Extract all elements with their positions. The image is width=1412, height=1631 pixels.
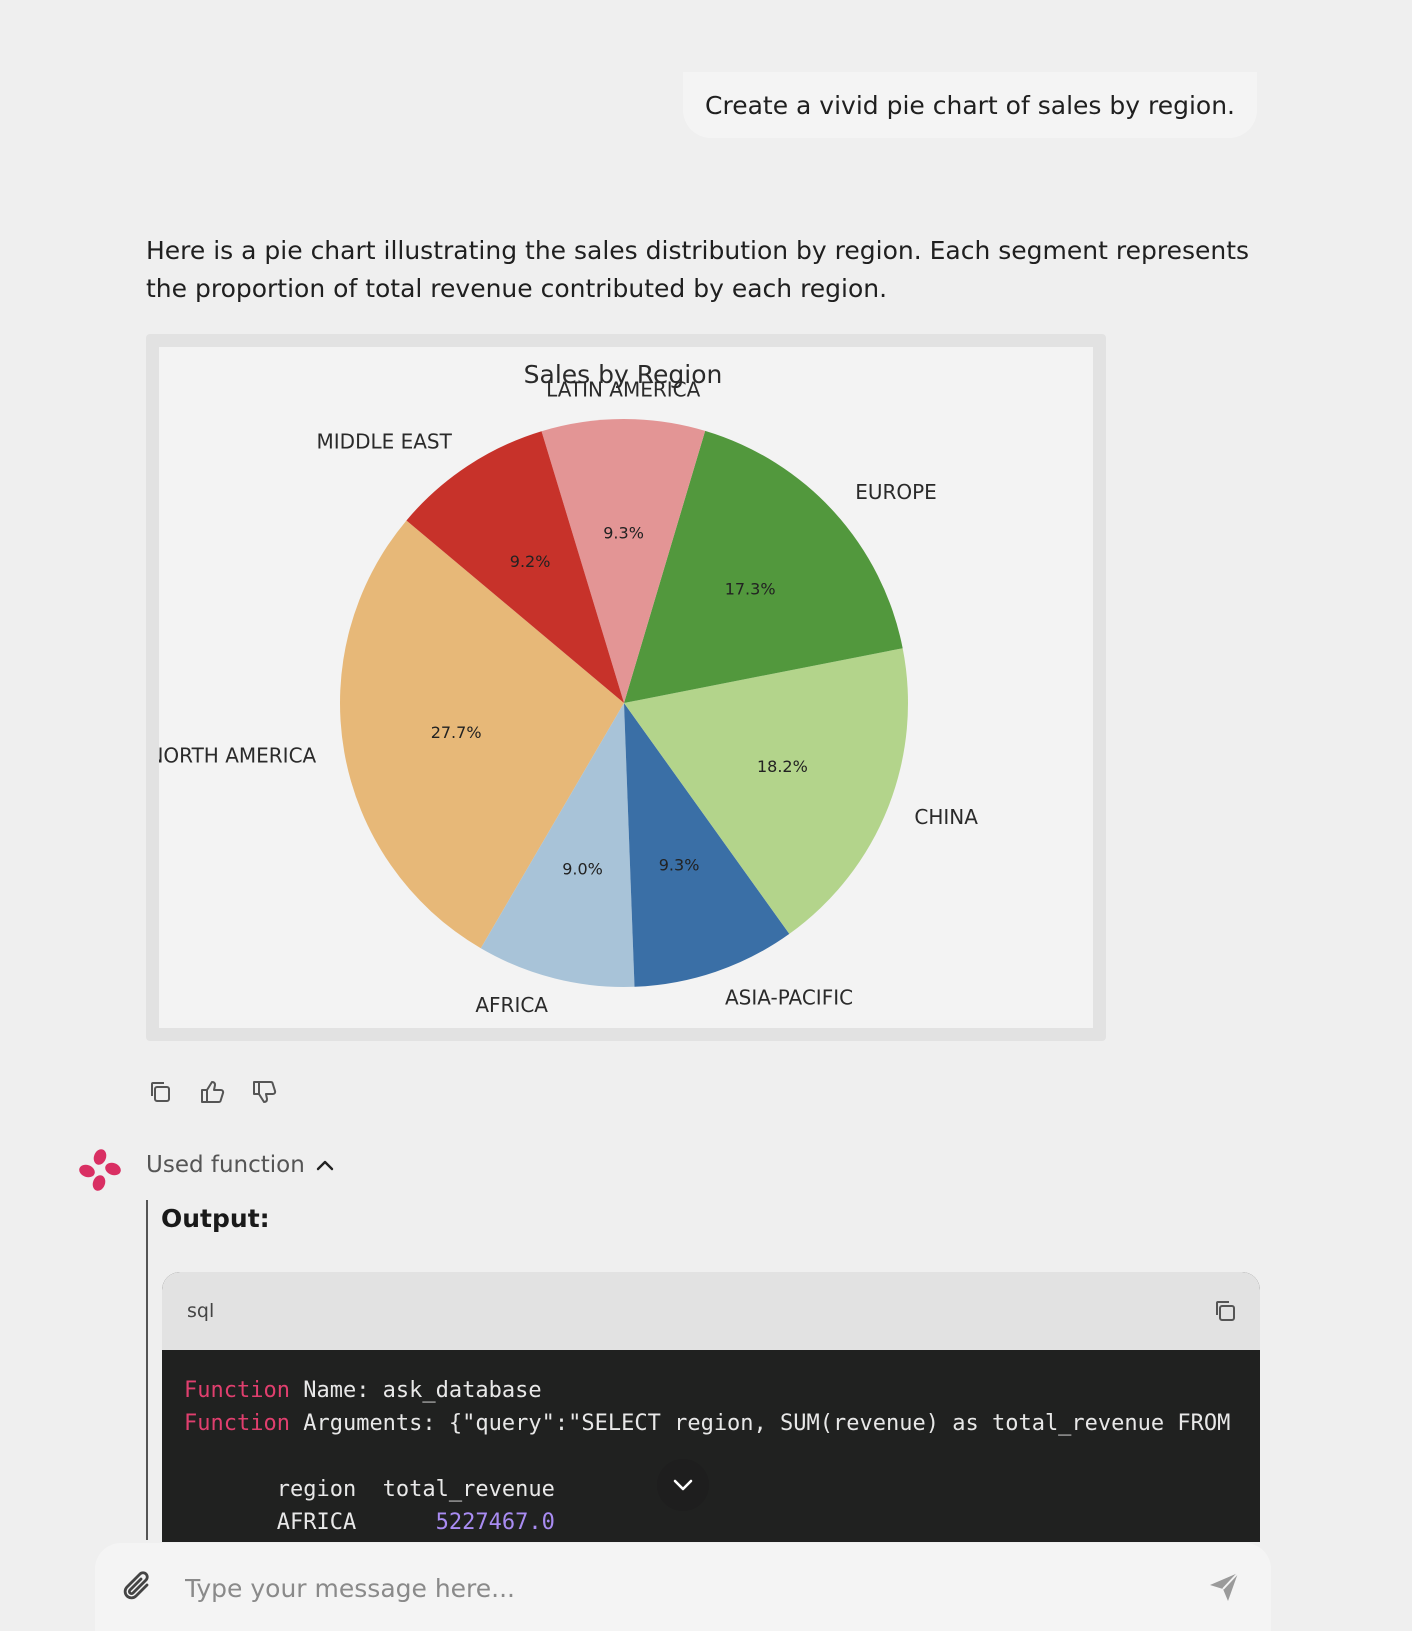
pie-slice-label: CHINA <box>914 805 978 829</box>
code-header: sql <box>162 1272 1260 1350</box>
pie-slice-label: AFRICA <box>475 993 548 1017</box>
pie-chart: 27.7% NORTH AMERICA 9.0% AFRICA 9.3% ASIA-PAC… <box>159 360 978 1017</box>
thumbs-down-icon <box>253 1081 277 1103</box>
pie-percent-label: 9.2% <box>510 552 551 571</box>
code-table-header: region total_revenue <box>184 1477 555 1502</box>
code-text: Name: ask_database <box>289 1378 542 1403</box>
used-function-toggle[interactable]: Used function <box>146 1152 335 1178</box>
chevron-up-icon <box>316 1160 334 1171</box>
paperclip-icon[interactable] <box>119 1567 159 1607</box>
copy-icon <box>1216 1301 1235 1321</box>
chart-canvas: 27.7% NORTH AMERICA 9.0% AFRICA 9.3% ASIA-PAC… <box>159 347 1093 1028</box>
thumbs-up-button[interactable] <box>196 1076 228 1108</box>
used-function-label: Used function <box>146 1152 305 1178</box>
thumbs-up-icon <box>201 1081 225 1103</box>
pie-slice-label: ASIA-PACIFIC <box>725 986 853 1010</box>
pie-slice-label: NORTH AMERICA <box>159 743 317 767</box>
copy-icon <box>151 1082 170 1102</box>
pie-percent-label: 18.2% <box>757 757 808 776</box>
user-message-text: Create a vivid pie chart of sales by reg… <box>705 90 1235 120</box>
chart-image-frame: 27.7% NORTH AMERICA 9.0% AFRICA 9.3% ASIA-PAC… <box>146 334 1106 1041</box>
pie-slice-label: MIDDLE EAST <box>317 429 453 453</box>
message-actions <box>144 1076 280 1108</box>
chart-title: Sales by Region <box>524 360 723 389</box>
code-keyword: Function <box>184 1378 290 1403</box>
copy-code-button[interactable] <box>1210 1296 1240 1326</box>
pie-percent-label: 9.3% <box>603 524 644 543</box>
pie-percent-label: 17.3% <box>725 579 776 598</box>
code-content: Function Name: ask_database Function Arg… <box>162 1350 1260 1539</box>
pie-slice-label: EUROPE <box>855 480 937 504</box>
code-text: Arguments: {"query":"SELECT region, SUM(… <box>289 1411 1231 1436</box>
message-input[interactable] <box>183 1563 1187 1613</box>
code-table-value: 5227467.0 <box>435 1510 555 1535</box>
assistant-avatar-icon <box>79 1149 121 1191</box>
thumbs-down-button[interactable] <box>248 1076 280 1108</box>
scroll-down-button[interactable] <box>657 1459 709 1511</box>
code-keyword: Function <box>184 1411 290 1436</box>
output-label: Output: <box>161 1204 270 1233</box>
user-message-bubble: Create a vivid pie chart of sales by reg… <box>683 72 1257 138</box>
code-block: sql Function Name: ask_database Function… <box>162 1272 1260 1542</box>
message-composer <box>95 1543 1271 1631</box>
send-icon[interactable] <box>1206 1569 1242 1605</box>
chevron-down-icon <box>673 1479 693 1491</box>
copy-button[interactable] <box>144 1076 176 1108</box>
pie-percent-label: 9.0% <box>562 859 603 878</box>
code-table-region: AFRICA <box>184 1510 436 1535</box>
pie-percent-label: 9.3% <box>659 855 700 874</box>
code-language-label: sql <box>187 1300 215 1322</box>
pie-percent-label: 27.7% <box>431 723 482 742</box>
assistant-message-text: Here is a pie chart illustrating the sal… <box>146 236 1250 303</box>
